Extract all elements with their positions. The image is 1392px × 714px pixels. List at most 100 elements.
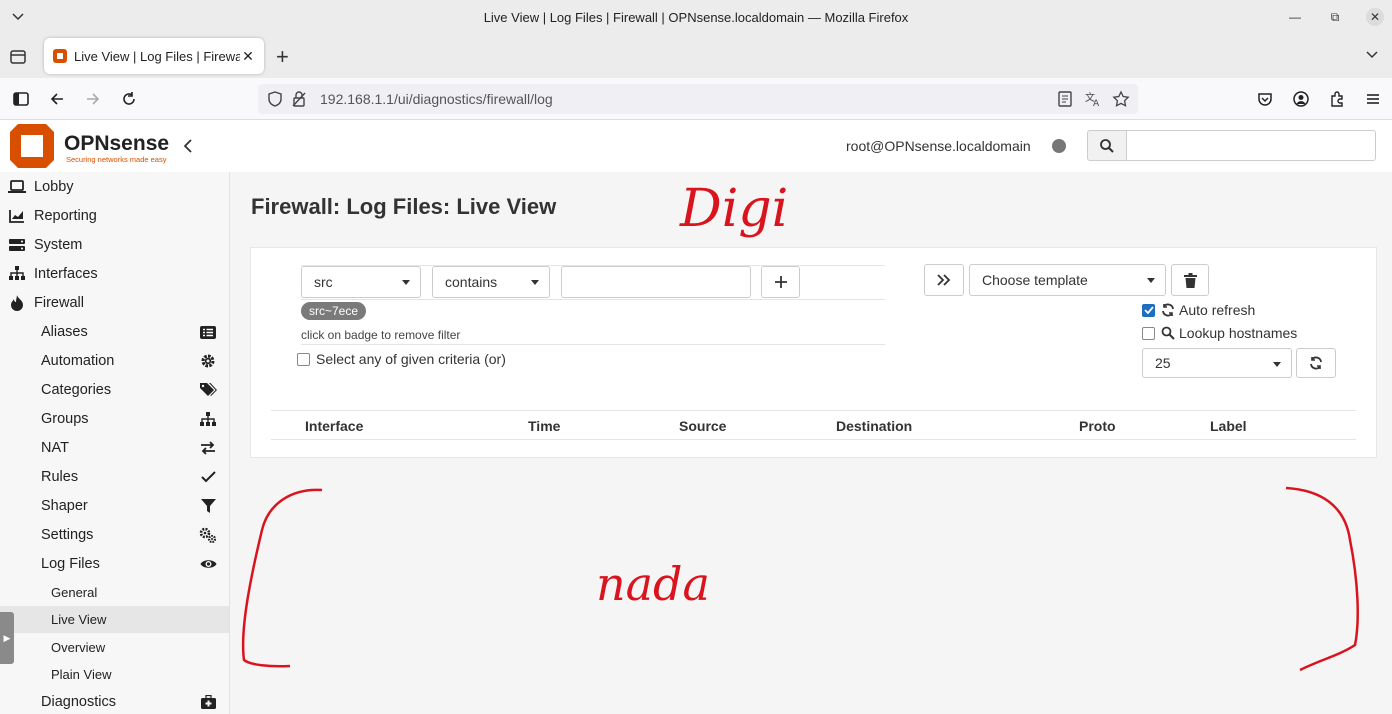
or-criteria-checkbox[interactable] <box>297 352 310 366</box>
close-tab-icon[interactable]: ✕ <box>240 48 256 65</box>
extensions-icon[interactable] <box>1327 89 1347 109</box>
account-icon[interactable] <box>1291 89 1311 109</box>
sidebar-item-automation[interactable]: Automation <box>0 346 229 375</box>
sidebar-item-categories[interactable]: Categories <box>0 375 229 404</box>
restore-icon[interactable]: ⧉ <box>1326 8 1344 26</box>
new-tab-icon[interactable]: + <box>276 44 289 70</box>
auto-refresh-option[interactable]: Auto refresh <box>1142 302 1255 318</box>
refresh-icon <box>1162 303 1174 317</box>
column-header-destination[interactable]: Destination <box>836 418 912 434</box>
search-input[interactable] <box>1126 130 1376 161</box>
sidebar-item-reporting[interactable]: Reporting <box>0 201 229 230</box>
minimize-icon[interactable]: — <box>1286 8 1304 26</box>
filter-value-input[interactable] <box>561 266 751 298</box>
plus-icon <box>774 276 787 288</box>
refresh-button[interactable] <box>1296 348 1336 378</box>
sidebar-item-settings[interactable]: Settings <box>0 520 229 549</box>
trash-icon <box>1183 272 1197 288</box>
url-bar[interactable]: 192.168.1.1/ui/diagnostics/firewall/log … <box>258 84 1138 114</box>
sidebar-item-label: Shaper <box>41 497 88 514</box>
column-header-source[interactable]: Source <box>679 418 726 434</box>
or-criteria-option[interactable]: Select any of given criteria (or) <box>297 351 506 367</box>
sidebar-item-label: Reporting <box>34 207 97 224</box>
delete-template-button[interactable] <box>1171 264 1209 296</box>
server-icon <box>8 236 26 254</box>
sidebar-item-firewall[interactable]: Firewall <box>0 288 229 317</box>
forward-icon[interactable] <box>83 89 103 109</box>
sidebar-item-label: General <box>51 585 98 600</box>
reload-icon[interactable] <box>119 89 139 109</box>
sidebar-item-nat[interactable]: NAT <box>0 433 229 462</box>
reader-view-icon[interactable] <box>1056 90 1074 108</box>
search-icon <box>1161 326 1175 340</box>
sidebar-item-plain-view[interactable]: Plain View <box>0 661 229 688</box>
window-titlebar: Live View | Log Files | Firewall | OPNse… <box>0 0 1392 34</box>
auto-refresh-label: Auto refresh <box>1179 302 1256 318</box>
sidebar-item-diagnostics[interactable]: Diagnostics <box>0 687 229 714</box>
search-button[interactable] <box>1087 130 1127 161</box>
column-header-label[interactable]: Label <box>1210 418 1247 434</box>
url-text: 192.168.1.1/ui/diagnostics/firewall/log <box>320 91 553 107</box>
list-all-tabs-icon[interactable] <box>1364 46 1380 62</box>
sidebar-item-lobby[interactable]: Lobby <box>0 172 229 201</box>
sidebar-item-general[interactable]: General <box>0 579 229 606</box>
search-icon <box>1100 138 1114 153</box>
log-table-header: Interface Time Source Destination Proto … <box>271 410 1356 440</box>
sidebar-item-groups[interactable]: Groups <box>0 404 229 433</box>
lock-warning-icon[interactable] <box>290 90 308 108</box>
hamburger-menu-icon[interactable] <box>1363 89 1383 109</box>
chart-icon <box>8 207 26 225</box>
opnsense-logo[interactable]: OPNsense Securing networks made easy <box>8 122 178 170</box>
sidebar-item-rules[interactable]: Rules <box>0 462 229 491</box>
caret-down-icon <box>531 280 539 285</box>
sidebar-item-overview[interactable]: Overview <box>0 634 229 661</box>
divider <box>301 344 885 345</box>
lookup-hostnames-checkbox[interactable] <box>1142 326 1155 340</box>
sidebar-item-aliases[interactable]: Aliases <box>0 317 229 346</box>
filter-badge[interactable]: src~7ece <box>301 302 367 320</box>
filter-field-select[interactable]: src <box>301 266 421 298</box>
chevron-down-icon[interactable] <box>10 8 26 24</box>
column-header-proto[interactable]: Proto <box>1079 418 1116 434</box>
fire-icon <box>8 294 26 312</box>
shield-icon[interactable] <box>266 90 284 108</box>
sidebar-item-log-files[interactable]: Log Files <box>0 549 229 578</box>
pocket-icon[interactable] <box>1255 89 1275 109</box>
filter-operator-value: contains <box>445 274 498 290</box>
sidebar-item-label: Settings <box>41 526 94 543</box>
sidebar-item-system[interactable]: System <box>0 230 229 259</box>
user-label[interactable]: root@OPNsense.localdomain <box>846 138 1031 154</box>
sidebar-drawer-handle[interactable]: ▶ <box>0 612 14 664</box>
lookup-hostnames-option[interactable]: Lookup hostnames <box>1142 325 1297 341</box>
sidebar-item-label: Diagnostics <box>41 693 116 710</box>
tab-bar: Live View | Log Files | Firewa ✕ + <box>0 34 1392 78</box>
bookmark-star-icon[interactable] <box>1112 90 1130 108</box>
sidebar-toggle-icon[interactable] <box>11 89 31 109</box>
close-window-icon[interactable]: ✕ <box>1366 8 1384 26</box>
app-header: OPNsense Securing networks made easy roo… <box>0 120 1392 172</box>
collapse-sidebar-icon[interactable] <box>180 136 196 156</box>
sidebar-item-label: Automation <box>41 352 115 369</box>
limit-select[interactable]: 25 <box>1142 348 1292 378</box>
sidebar-item-label: Lobby <box>34 178 74 195</box>
template-select[interactable]: Choose template <box>969 264 1166 296</box>
back-icon[interactable] <box>47 89 67 109</box>
sitemap-icon <box>8 265 26 283</box>
filter-operator-select[interactable]: contains <box>432 266 550 298</box>
sidebar-item-live-view[interactable]: Live View <box>0 606 229 633</box>
sidebar-item-interfaces[interactable]: Interfaces <box>0 259 229 288</box>
status-indicator[interactable] <box>1052 139 1066 153</box>
column-header-interface[interactable]: Interface <box>305 418 363 434</box>
auto-refresh-checkbox[interactable] <box>1142 303 1155 317</box>
translate-icon[interactable]: 文A <box>1084 90 1102 108</box>
apply-template-button[interactable] <box>924 264 964 296</box>
column-header-time[interactable]: Time <box>528 418 560 434</box>
add-filter-button[interactable] <box>761 266 800 298</box>
sidebar-item-shaper[interactable]: Shaper <box>0 491 229 520</box>
divider <box>301 299 885 300</box>
gear-icon <box>199 352 217 370</box>
check-icon <box>199 468 217 486</box>
browser-tab-active[interactable]: Live View | Log Files | Firewa ✕ <box>44 38 264 74</box>
template-select-value: Choose template <box>982 272 1088 288</box>
tab-overview-icon[interactable] <box>8 46 28 66</box>
